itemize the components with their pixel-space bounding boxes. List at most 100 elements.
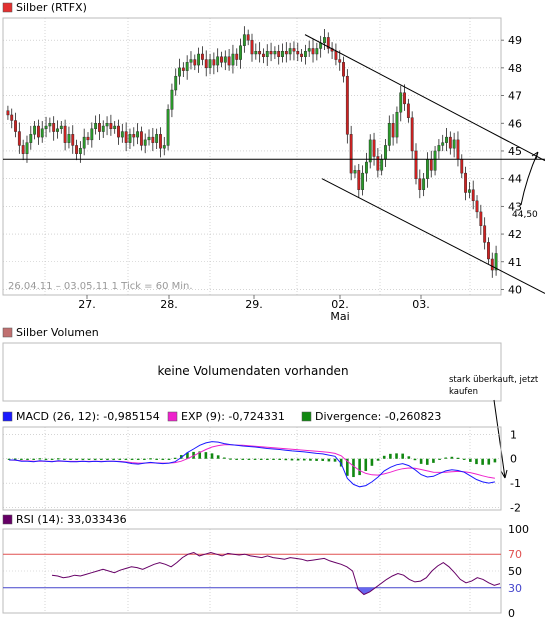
rsi-ytick-label-100: 100 xyxy=(508,523,529,536)
candle-body-16 xyxy=(67,134,71,143)
divergence-bar-26 xyxy=(167,458,171,460)
candle-body-60 xyxy=(235,53,239,60)
divergence-bar-71 xyxy=(444,457,448,459)
macd-ytick-label-0: 0 xyxy=(510,453,517,466)
candle-body-96 xyxy=(372,139,376,157)
divergence-bar-74 xyxy=(462,458,466,460)
candle-body-76 xyxy=(296,51,300,55)
divergence-bar-57 xyxy=(358,458,361,476)
divergence-bar-67 xyxy=(419,458,423,464)
candle-body-71 xyxy=(277,51,281,57)
candle-body-27 xyxy=(109,123,113,130)
candle-body-38 xyxy=(151,136,155,143)
price-ytick-label-40: 40 xyxy=(508,283,522,296)
candle-body-110 xyxy=(426,159,429,179)
divergence-bar-50 xyxy=(315,458,318,461)
candle-body-20 xyxy=(82,136,86,149)
candle-body-47 xyxy=(185,62,189,71)
macd-ytick-label-1: 1 xyxy=(510,428,517,441)
divergence-bar-18 xyxy=(118,458,122,460)
candle-body-50 xyxy=(197,53,201,66)
candle-body-30 xyxy=(120,131,124,138)
candle-body-45 xyxy=(178,67,181,77)
candle-body-49 xyxy=(193,59,197,66)
candle-body-118 xyxy=(456,139,460,160)
candle-body-111 xyxy=(429,159,433,171)
candle-body-93 xyxy=(361,172,365,190)
divergence-bar-27 xyxy=(173,457,177,459)
divergence-bar-25 xyxy=(161,458,165,460)
divergence-bar-45 xyxy=(284,458,288,461)
candle-body-57 xyxy=(223,56,227,63)
candle-body-61 xyxy=(239,45,242,60)
candle-body-11 xyxy=(48,123,52,127)
candle-body-13 xyxy=(56,128,59,132)
candle-body-87 xyxy=(338,59,342,63)
price-legend-label: Silber (RTFX) xyxy=(16,1,87,14)
candle-body-44 xyxy=(174,75,178,91)
candle-body-55 xyxy=(216,56,220,66)
candles xyxy=(6,26,498,278)
candle-body-42 xyxy=(166,109,170,146)
candle-body-9 xyxy=(40,128,44,138)
candle-body-73 xyxy=(284,51,288,55)
candle-body-107 xyxy=(414,150,418,179)
divergence-bar-17 xyxy=(112,458,115,460)
candle-body-33 xyxy=(132,134,136,138)
rsi-legend-swatch xyxy=(2,514,13,525)
candle-body-106 xyxy=(410,117,414,152)
divergence-legend-label: Divergence: -0,260823 xyxy=(315,410,441,423)
candle-body-86 xyxy=(334,51,338,60)
divergence-bar-78 xyxy=(487,458,491,465)
candle-body-37 xyxy=(147,136,151,141)
divergence-bar-49 xyxy=(309,458,312,461)
divergence-bar-36 xyxy=(229,458,232,460)
divergence-bar-19 xyxy=(124,458,128,460)
date-label-0: 27. xyxy=(78,298,96,311)
candle-body-35 xyxy=(139,131,143,146)
divergence-bar-65 xyxy=(407,456,411,459)
divergence-bar-42 xyxy=(266,458,269,460)
price-ytick-label-41: 41 xyxy=(508,256,522,269)
rsi-ytick-label-70: 70 xyxy=(508,548,522,561)
date-axis: 27. 28. 29. 02. 03.Mai xyxy=(78,295,430,323)
candle-body-3 xyxy=(17,131,21,146)
candle-body-81 xyxy=(315,48,319,55)
macd-legend-swatch xyxy=(2,411,13,422)
divergence-bar-43 xyxy=(272,458,275,460)
exp-legend-swatch xyxy=(167,411,178,422)
rsi-ytick-label-0: 0 xyxy=(508,607,515,618)
divergence-bar-10 xyxy=(69,458,72,460)
macd-ytick-label--2: -2 xyxy=(510,502,521,515)
candle-body-83 xyxy=(323,37,326,44)
divergence-bar-61 xyxy=(382,455,386,459)
candle-body-4 xyxy=(21,145,25,154)
annotation-level-label: 44,50 xyxy=(512,210,538,220)
candle-body-24 xyxy=(98,123,101,132)
candle-body-91 xyxy=(353,170,357,174)
exp-legend-label: EXP (9): -0,724331 xyxy=(181,410,285,423)
candle-body-48 xyxy=(189,59,193,63)
divergence-bar-56 xyxy=(352,458,355,478)
candle-body-53 xyxy=(208,59,212,69)
candle-body-95 xyxy=(368,139,372,163)
candle-body-70 xyxy=(273,51,277,55)
candle-body-23 xyxy=(94,123,98,130)
divergence-bar-20 xyxy=(130,458,134,460)
candle-body-102 xyxy=(395,111,399,138)
divergence-legend-swatch xyxy=(301,411,312,422)
candle-body-88 xyxy=(342,62,345,77)
candle-body-8 xyxy=(36,125,40,138)
divergence-bar-59 xyxy=(370,458,374,466)
candle-body-67 xyxy=(262,53,265,57)
candle-body-114 xyxy=(441,142,445,146)
divergence-bar-11 xyxy=(75,458,79,460)
candle-body-31 xyxy=(124,131,128,143)
chart-canvas: Silber (RTFX) 40414243444546474849 44,50… xyxy=(2,1,545,618)
candle-body-94 xyxy=(364,161,368,174)
date-sub-label: Mai xyxy=(330,310,349,323)
date-label-1: 28. xyxy=(160,298,178,311)
divergence-bar-62 xyxy=(389,453,392,459)
candle-body-68 xyxy=(265,51,269,57)
divergence-bar-73 xyxy=(456,457,460,459)
